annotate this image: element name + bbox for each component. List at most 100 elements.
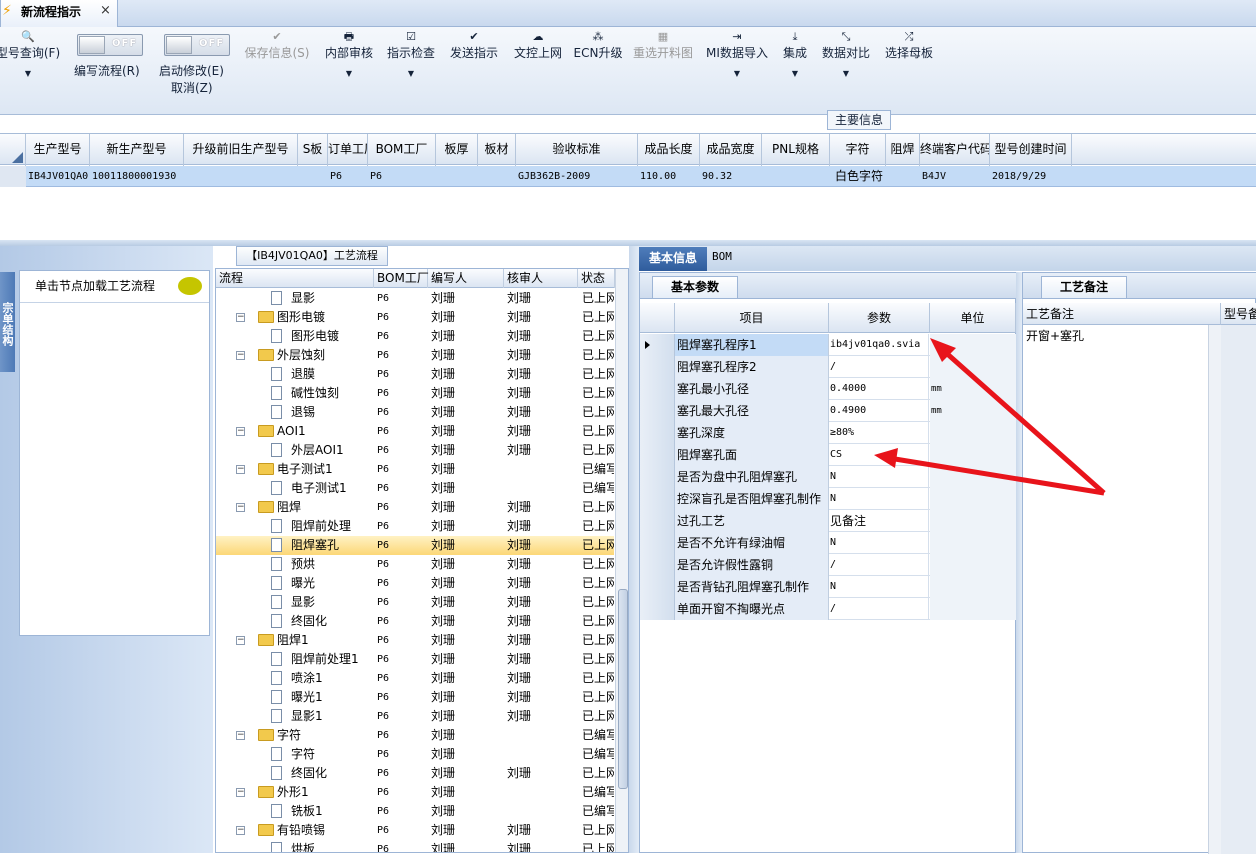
param-value[interactable]: /	[829, 598, 929, 620]
main-grid-cell[interactable]: B4JV	[922, 166, 990, 187]
main-grid-cell[interactable]	[186, 166, 298, 187]
main-grid-cell[interactable]: GJB362B-2009	[518, 166, 638, 187]
vertical-splitter[interactable]	[629, 246, 639, 853]
main-grid-col-header[interactable]: 板材	[478, 134, 516, 166]
main-grid-col-header[interactable]: S板	[298, 134, 328, 166]
dropdown-arrow-icon[interactable]: ▼	[0, 68, 64, 80]
row-indicator[interactable]	[640, 598, 675, 620]
row-indicator[interactable]	[640, 510, 675, 532]
param-row[interactable]: 塞孔最大孔径 0.4900 mm	[640, 400, 1016, 422]
flow-tree-row[interactable]: 退锡P6刘珊刘珊已上网	[216, 403, 614, 422]
param-row[interactable]: 塞孔深度 ≥80%	[640, 422, 1016, 444]
dropdown-arrow-icon[interactable]: ▼	[818, 68, 874, 80]
main-grid-cell[interactable]: 10011800001930	[92, 166, 184, 187]
param-value[interactable]: N	[829, 466, 929, 488]
flow-tree-row[interactable]: 显影P6刘珊刘珊已上网	[216, 289, 614, 308]
collapse-toggle-icon[interactable]: −	[236, 503, 245, 512]
main-grid-cell[interactable]: P6	[330, 166, 368, 187]
integrate-button[interactable]: ⤓ 集成 ▼	[778, 27, 812, 115]
main-grid-cell[interactable]	[480, 166, 516, 187]
row-indicator[interactable]	[640, 466, 675, 488]
document-tab[interactable]: ⚡ 新流程指示 ×	[0, 0, 118, 27]
row-indicator[interactable]	[640, 334, 675, 356]
flow-tree-row[interactable]: − 有铅喷锡 P6 刘珊 刘珊 已上网	[216, 821, 614, 840]
flow-tree-row[interactable]: 终固化P6刘珊刘珊已上网	[216, 764, 614, 783]
flow-tree-row[interactable]: 显影P6刘珊刘珊已上网	[216, 593, 614, 612]
write-flow-toggle[interactable]: OFF	[77, 34, 143, 56]
select-mother-board-button[interactable]: ⤮ 选择母板	[881, 27, 937, 115]
collapse-toggle-icon[interactable]: −	[236, 826, 245, 835]
dropdown-arrow-icon[interactable]: ▼	[778, 68, 812, 80]
param-value[interactable]: ≥80%	[829, 422, 929, 444]
flow-tree-row[interactable]: − 电子测试1 P6 刘珊 已编写	[216, 460, 614, 479]
process-notes-text[interactable]: 开窗+塞孔	[1026, 327, 1084, 344]
main-grid-col-header[interactable]: 终端客户代码	[920, 134, 990, 166]
param-value[interactable]: 0.4900	[829, 400, 929, 422]
main-grid-col-header[interactable]: 订单工厂	[328, 134, 368, 166]
mi-data-import-button[interactable]: ⇥ MI数据导入 ▼	[703, 27, 771, 115]
collapse-toggle-icon[interactable]: −	[236, 427, 245, 436]
main-grid-cell[interactable]	[888, 166, 920, 187]
col-header-status[interactable]: 状态	[578, 269, 615, 288]
main-grid-col-header[interactable]: BOM工厂	[368, 134, 436, 166]
main-grid-col-header[interactable]: 成品宽度	[700, 134, 762, 166]
param-row[interactable]: 塞孔最小孔径 0.4000 mm	[640, 378, 1016, 400]
main-grid-cell[interactable]	[764, 166, 830, 187]
flow-tree-row[interactable]: 曝光1P6刘珊刘珊已上网	[216, 688, 614, 707]
model-notes-cell[interactable]	[1221, 325, 1256, 854]
cancel-label[interactable]: 取消(Z)	[171, 79, 213, 96]
row-indicator[interactable]	[640, 356, 675, 378]
param-row[interactable]: 单面开窗不掏曝光点 /	[640, 598, 1016, 620]
collapse-toggle-icon[interactable]: −	[236, 313, 245, 322]
main-grid-col-header[interactable]: 验收标准	[516, 134, 638, 166]
param-value[interactable]: N	[829, 488, 929, 510]
param-row[interactable]: 阻焊塞孔程序2/	[640, 356, 1016, 378]
flow-tree-row[interactable]: 曝光P6刘珊刘珊已上网	[216, 574, 614, 593]
reselect-cutting-chart-button[interactable]: ▦ 重选开料图	[630, 27, 696, 115]
flow-tree-row[interactable]: 碱性蚀刻P6刘珊刘珊已上网	[216, 384, 614, 403]
dropdown-arrow-icon[interactable]: ▼	[322, 68, 376, 80]
send-instruction-button[interactable]: ✔ 发送指示	[446, 27, 502, 115]
flow-tree-row[interactable]: − AOI1 P6 刘珊 刘珊 已上网	[216, 422, 614, 441]
flow-tree-row[interactable]: 字符P6刘珊已编写	[216, 745, 614, 764]
main-grid-cell[interactable]: P6	[370, 166, 436, 187]
flow-tree-row[interactable]: − 外层蚀刻 P6 刘珊 刘珊 已上网	[216, 346, 614, 365]
col-header-reviewer[interactable]: 核审人	[504, 269, 578, 288]
save-info-button[interactable]: ✔ 保存信息(S)	[240, 27, 314, 115]
left-vertical-tab[interactable]: 宗单结构	[0, 272, 15, 372]
main-grid-col-header[interactable]: 升级前旧生产型号	[184, 134, 298, 166]
close-icon[interactable]: ×	[100, 3, 111, 18]
main-grid-cell[interactable]: 110.00	[640, 166, 700, 187]
collapse-toggle-icon[interactable]: −	[236, 731, 245, 740]
flow-tree-row[interactable]: 终固化P6刘珊刘珊已上网	[216, 612, 614, 631]
main-grid-cell[interactable]: IB4JV01QA0	[28, 166, 90, 187]
flow-tree-row[interactable]: 图形电镀P6刘珊刘珊已上网	[216, 327, 614, 346]
main-grid-col-header[interactable]: 新生产型号	[90, 134, 184, 166]
flow-tree-row[interactable]: − 字符 P6 刘珊 已编写	[216, 726, 614, 745]
param-row[interactable]: 是否允许假性露铜 /	[640, 554, 1016, 576]
param-row[interactable]: 控深盲孔是否阻焊塞孔制作 N	[640, 488, 1016, 510]
main-grid-col-header[interactable]: 生产型号	[26, 134, 90, 166]
row-indicator[interactable]	[640, 400, 675, 422]
ecn-upgrade-button[interactable]: ⁂ ECN升级	[572, 27, 624, 115]
param-row[interactable]: 是否不允许有绿油帽 N	[640, 532, 1016, 554]
main-grid-cell[interactable]	[300, 166, 328, 187]
main-grid-col-header[interactable]: 板厚	[436, 134, 478, 166]
data-compare-button[interactable]: ⤡ 数据对比 ▼	[818, 27, 874, 115]
col-header-process-notes[interactable]: 工艺备注	[1023, 303, 1221, 325]
tree-scrollbar[interactable]	[615, 269, 628, 852]
main-grid-col-header[interactable]: PNL规格	[762, 134, 830, 166]
instruction-check-button[interactable]: ☑ 指示检查 ▼	[384, 27, 438, 115]
internal-review-button[interactable]: 🖶 内部审核 ▼	[322, 27, 376, 115]
tab-basic-params[interactable]: 基本参数	[652, 276, 738, 298]
col-header-param[interactable]: 参数	[829, 303, 930, 333]
param-value[interactable]: N	[829, 532, 929, 554]
flow-tree-row[interactable]: − 阻焊 P6 刘珊 刘珊 已上网	[216, 498, 614, 517]
main-grid-col-header[interactable]: 字符	[830, 134, 886, 166]
start-modify-toggle[interactable]: OFF	[164, 34, 230, 56]
col-header-item[interactable]: 项目	[675, 303, 829, 333]
flow-tree-row[interactable]: 喷涂1P6刘珊刘珊已上网	[216, 669, 614, 688]
param-value[interactable]: 见备注	[829, 510, 929, 532]
col-header-unit[interactable]: 单位	[930, 303, 1016, 333]
flow-tree-row[interactable]: 预烘P6刘珊刘珊已上网	[216, 555, 614, 574]
